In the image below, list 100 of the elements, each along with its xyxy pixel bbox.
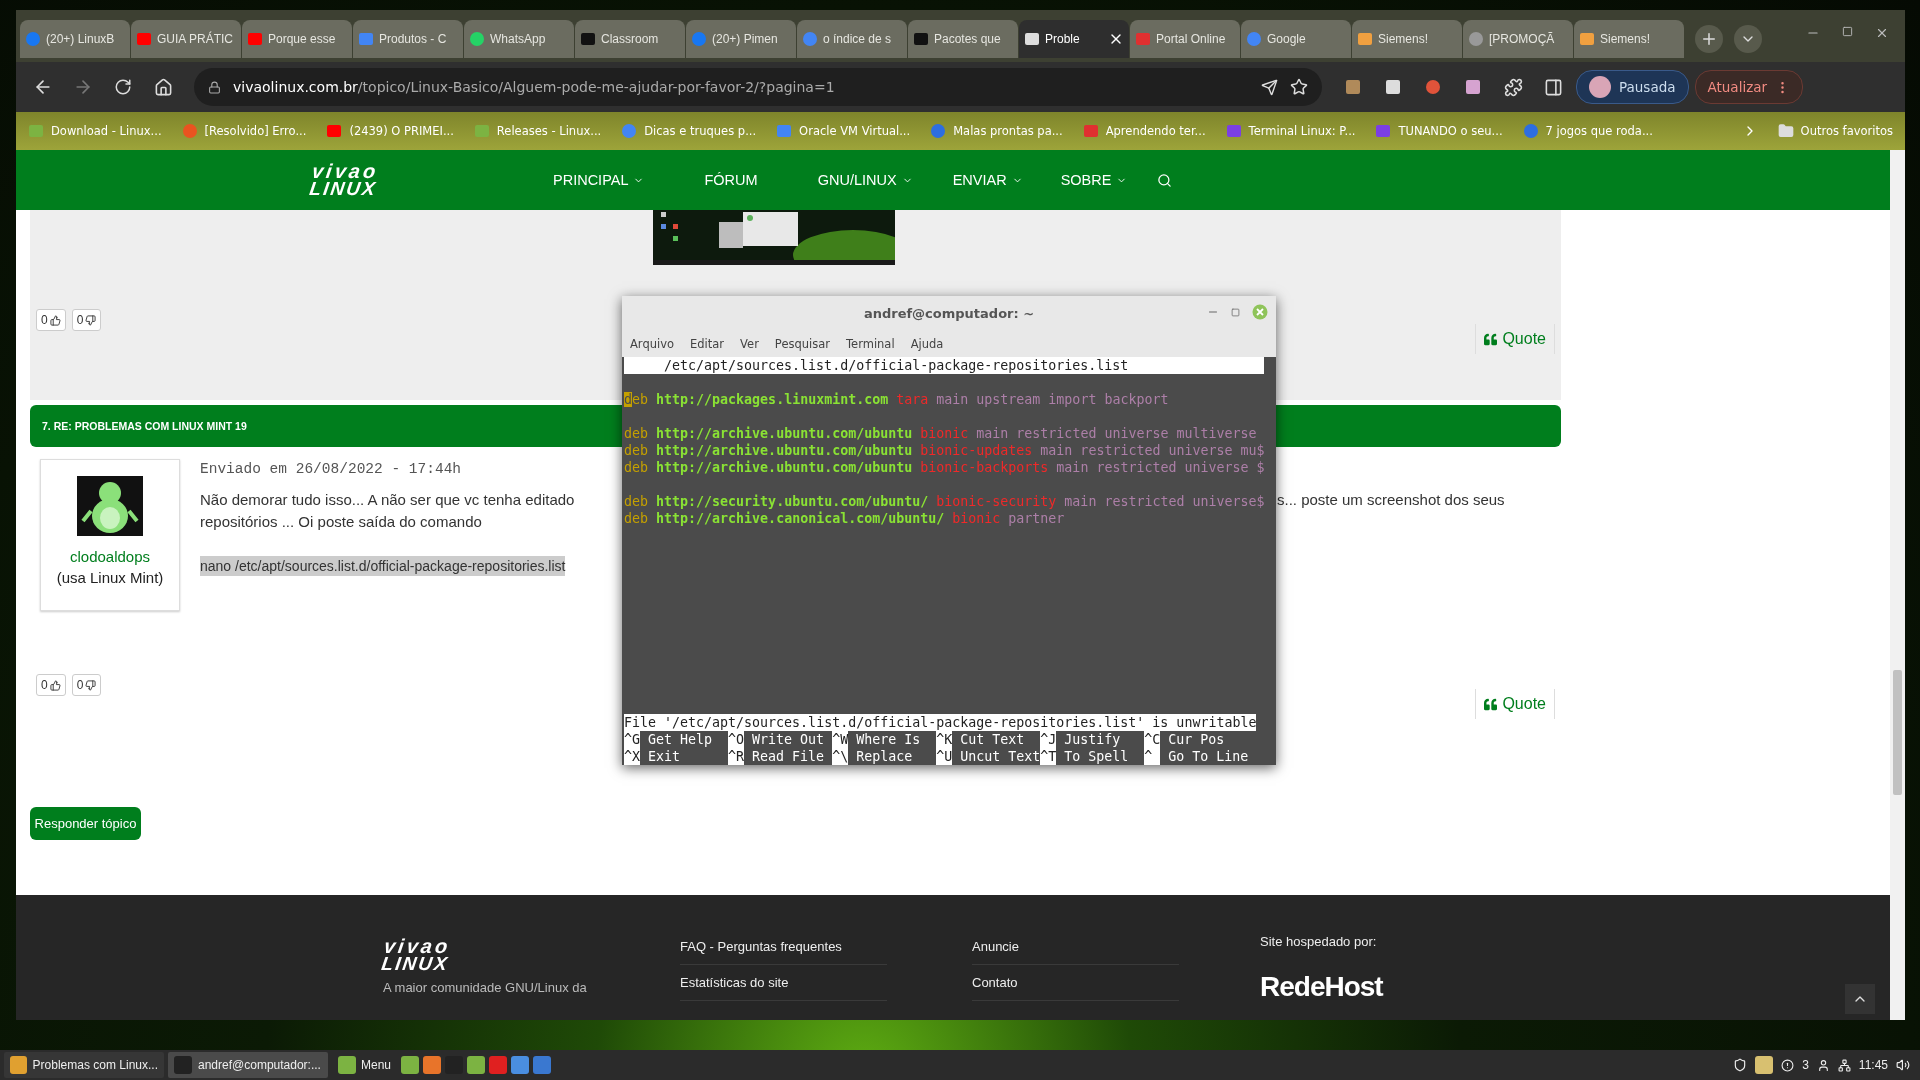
footer-link[interactable]: Estatísticas do site xyxy=(680,965,887,1001)
bookmark[interactable]: TUNANDO o seu... xyxy=(1375,123,1503,139)
tab-search-button[interactable] xyxy=(1734,25,1762,53)
footer-link[interactable]: Anuncie xyxy=(972,929,1179,965)
shortcut-label: To Spell xyxy=(1064,748,1129,765)
menu-item[interactable]: Terminal xyxy=(846,336,895,351)
browser-tab[interactable]: Proble xyxy=(1019,20,1129,58)
nav-link[interactable]: PRINCIPAL xyxy=(553,172,645,188)
quote-button[interactable]: Quote xyxy=(1475,689,1555,719)
browser-tab[interactable]: Porque esse xyxy=(242,20,352,58)
launcher-icon[interactable] xyxy=(533,1056,552,1074)
bookmark[interactable]: 7 jogos que roda... xyxy=(1522,123,1653,139)
dislike-button[interactable]: 0 xyxy=(71,674,102,696)
menu-item[interactable]: Editar xyxy=(690,336,725,351)
reply-button[interactable]: Responder tópico xyxy=(30,807,141,840)
footer-logo[interactable]: vivao LINUX xyxy=(380,937,453,973)
nav-link[interactable]: GNU/LINUX xyxy=(817,172,913,188)
quote-button[interactable]: Quote xyxy=(1475,324,1555,354)
reload-icon[interactable] xyxy=(114,78,132,96)
shield-icon[interactable] xyxy=(1733,1058,1748,1072)
bookmark[interactable]: Dicas e truques p... xyxy=(621,123,757,139)
bookmark[interactable]: Malas prontas pa... xyxy=(930,123,1063,139)
launcher-icon[interactable] xyxy=(401,1056,420,1074)
nav-link[interactable]: ENVIAR xyxy=(952,172,1023,188)
author-distro: (usa Linux Mint) xyxy=(56,569,164,586)
browser-tab[interactable]: Siemens! xyxy=(1574,20,1684,58)
taskbar-window[interactable]: andref@computador:... xyxy=(168,1052,328,1078)
menu-item[interactable]: Ver xyxy=(740,336,759,351)
alert-icon[interactable] xyxy=(1781,1058,1795,1072)
network-icon[interactable] xyxy=(1837,1058,1851,1072)
site-logo[interactable]: vivao LINUX xyxy=(308,162,381,198)
notification-count[interactable]: 3 xyxy=(1802,1058,1809,1072)
thumbs-down-icon xyxy=(85,679,97,691)
address-bar[interactable]: vivaolinux.com.br/topico/Linux-Basico/Alguem-pode-me-ajudar-por-favor-2/?pagina=1 xyxy=(194,68,1322,106)
browser-tab[interactable]: Classroom xyxy=(575,20,685,58)
nav-link[interactable]: SOBRE xyxy=(1060,172,1128,188)
menu-button[interactable]: Menu xyxy=(332,1056,398,1074)
update-button[interactable]: Atualizar xyxy=(1694,70,1804,104)
close-icon[interactable] xyxy=(1875,26,1889,40)
browser-tab[interactable]: Produtos - C xyxy=(353,20,463,58)
bookmark[interactable]: Oracle VM Virtual... xyxy=(776,123,911,139)
user-icon[interactable] xyxy=(1816,1058,1830,1072)
browser-tab[interactable]: o índice de s xyxy=(797,20,907,58)
browser-tab[interactable]: Google xyxy=(1241,20,1351,58)
browser-tab[interactable]: Portal Online xyxy=(1130,20,1240,58)
dislike-button[interactable]: 0 xyxy=(71,309,102,331)
menu-item[interactable]: Ajuda xyxy=(910,336,944,351)
puzzle-icon[interactable] xyxy=(1503,77,1523,97)
bookmark[interactable]: [Resolvido] Erro... xyxy=(181,123,307,139)
new-tab-button[interactable] xyxy=(1695,25,1723,53)
site-icon xyxy=(691,31,707,47)
browser-tab[interactable]: WhatsApp xyxy=(464,20,574,58)
scrollbar[interactable] xyxy=(1890,150,1905,1020)
browser-tab[interactable]: Siemens! xyxy=(1352,20,1462,58)
volume-icon[interactable] xyxy=(1896,1058,1910,1072)
bookmark[interactable]: Aprendendo ter... xyxy=(1082,123,1206,139)
menu-item[interactable]: Pesquisar xyxy=(774,336,830,351)
like-button[interactable]: 0 xyxy=(36,309,66,331)
shortcut-key: ^K xyxy=(936,731,953,748)
profile-button[interactable]: Pausada xyxy=(1576,70,1689,104)
host-logo[interactable]: RedeHost xyxy=(1260,971,1890,1003)
tray-icon[interactable] xyxy=(1755,1056,1774,1074)
extension-icon[interactable] xyxy=(1344,78,1362,96)
bookmark-star-icon[interactable] xyxy=(1290,78,1308,96)
home-icon[interactable] xyxy=(153,77,173,97)
extension-icon[interactable] xyxy=(1384,78,1402,96)
like-button[interactable]: 0 xyxy=(36,674,66,696)
footer-link[interactable]: FAQ - Perguntas frequentes xyxy=(680,929,887,965)
bookmark-folder[interactable]: Outros favoritos xyxy=(1777,123,1893,139)
browser-tab[interactable]: GUIA PRÁTIC xyxy=(131,20,241,58)
extension-icon[interactable] xyxy=(1464,78,1482,96)
shortcut-label: Exit xyxy=(648,748,681,765)
browser-tab[interactable]: (20+) Pimen xyxy=(686,20,796,58)
plus-icon[interactable] xyxy=(1700,30,1718,48)
footer-link[interactable]: Contato xyxy=(972,965,1179,1001)
bookmark[interactable]: (2439) O PRIMEI... xyxy=(326,123,454,139)
browser-tab[interactable]: [PROMOÇÃ xyxy=(1463,20,1573,58)
launcher-icon[interactable] xyxy=(423,1056,442,1074)
site-icon xyxy=(28,123,44,139)
bookmark[interactable]: Terminal Linux: P... xyxy=(1225,123,1356,139)
launcher-icon[interactable] xyxy=(467,1056,486,1074)
launcher-icon[interactable] xyxy=(489,1056,508,1074)
scroll-top-button[interactable] xyxy=(1845,984,1875,1014)
author-name[interactable]: clodoaldops xyxy=(69,548,151,565)
launcher-icon[interactable] xyxy=(511,1056,530,1074)
site-icon xyxy=(181,123,198,139)
bookmark[interactable]: Download - Linux... xyxy=(28,123,162,139)
search-icon[interactable] xyxy=(1157,172,1173,188)
maximize-icon[interactable] xyxy=(1842,26,1853,37)
browser-tab[interactable]: Pacotes que xyxy=(908,20,1018,58)
side-panel-icon[interactable] xyxy=(1543,77,1563,97)
browser-tab[interactable]: (20+) LinuxB xyxy=(20,20,130,58)
menu-item[interactable]: Arquivo xyxy=(630,336,675,351)
site-icon xyxy=(473,123,490,139)
bookmark[interactable]: Releases - Linux... xyxy=(473,123,602,139)
taskbar-window[interactable]: Problemas com Linux... xyxy=(4,1052,164,1078)
nav-link[interactable]: FÓRUM xyxy=(704,172,758,188)
code-line: deb http://packages.linuxmint.com tara main upstream import backport xyxy=(624,391,1170,408)
share-icon[interactable] xyxy=(1261,78,1278,96)
clock[interactable]: 11:45 xyxy=(1858,1058,1888,1072)
